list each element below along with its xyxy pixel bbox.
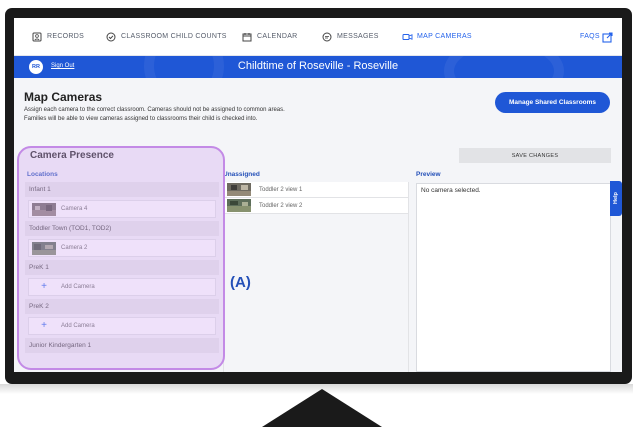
location-group-toddler-town: Toddler Town (TOD1, TOD2) [25, 221, 219, 236]
calendar-icon [242, 32, 252, 42]
plus-icon: + [41, 281, 47, 292]
help-tab[interactable]: Help [610, 181, 622, 216]
page-title: Map Cameras [24, 90, 103, 104]
stage: RECORDS CLASSROOM CHILD COUNTS CALENDAR … [0, 0, 633, 427]
nav-messages[interactable]: MESSAGES [322, 32, 379, 42]
nav-faqs[interactable]: FAQS [580, 31, 613, 43]
preview-empty-text: No camera selected. [421, 187, 481, 194]
top-nav: RECORDS CLASSROOM CHILD COUNTS CALENDAR … [14, 18, 622, 56]
location-group-prek-2: PreK 2 [25, 299, 219, 314]
camera-thumbnail [227, 199, 251, 212]
camera-icon [402, 32, 413, 42]
description-line-2: Families will be able to view cameras as… [24, 116, 258, 122]
location-group-prek-1: PreK 1 [25, 260, 219, 275]
section-title: Camera Presence [30, 150, 114, 161]
nav-map-cameras[interactable]: MAP CAMERAS [402, 32, 472, 42]
monitor-stand [262, 389, 382, 427]
external-link-icon [602, 31, 613, 43]
unassigned-camera[interactable]: Toddler 2 view 1 [224, 182, 408, 198]
annotation-marker: (A) [230, 274, 251, 291]
location-group-infant-1: Infant 1 [25, 182, 219, 197]
description-line-1: Assign each camera to the correct classr… [24, 107, 285, 113]
page-description: Assign each camera to the correct classr… [24, 106, 444, 124]
manage-shared-classrooms-button[interactable]: Manage Shared Classrooms [495, 92, 610, 113]
preview-panel: No camera selected. [416, 183, 611, 372]
location-header: RR Sign Out Childtime of Roseville - Ros… [14, 56, 622, 78]
location-group-junior-kindergarten-1: Junior Kindergarten 1 [25, 338, 219, 353]
add-camera-slot[interactable]: + Add Camera [28, 317, 216, 335]
records-icon [32, 32, 42, 42]
save-changes-button[interactable]: SAVE CHANGES [459, 148, 611, 163]
nav-classroom-child-counts[interactable]: CLASSROOM CHILD COUNTS [106, 32, 227, 42]
add-camera-slot[interactable]: + Add Camera [28, 278, 216, 296]
camera-slot[interactable]: Camera 2 [28, 239, 216, 257]
camera-thumbnail [32, 241, 56, 255]
camera-thumbnail [227, 183, 251, 196]
center-title: Childtime of Roseville - Roseville [237, 60, 399, 72]
locations-list: Infant 1 Camera 4 Toddler Town (TOD1, TO… [25, 182, 219, 372]
unassigned-list: Toddler 2 view 1 Toddler 2 view 2 [223, 182, 409, 372]
locations-label: Locations [27, 171, 58, 178]
unassigned-label: Unassigned [223, 171, 260, 178]
nav-calendar[interactable]: CALENDAR [242, 32, 298, 42]
unassigned-camera[interactable]: Toddler 2 view 2 [224, 198, 408, 214]
preview-label: Preview [416, 171, 441, 178]
app-screen: RECORDS CLASSROOM CHILD COUNTS CALENDAR … [14, 18, 622, 372]
nav-records[interactable]: RECORDS [32, 32, 84, 42]
message-icon [322, 32, 332, 42]
plus-icon: + [41, 320, 47, 331]
camera-thumbnail [32, 202, 56, 216]
check-circle-icon [106, 32, 116, 42]
camera-slot[interactable]: Camera 4 [28, 200, 216, 218]
